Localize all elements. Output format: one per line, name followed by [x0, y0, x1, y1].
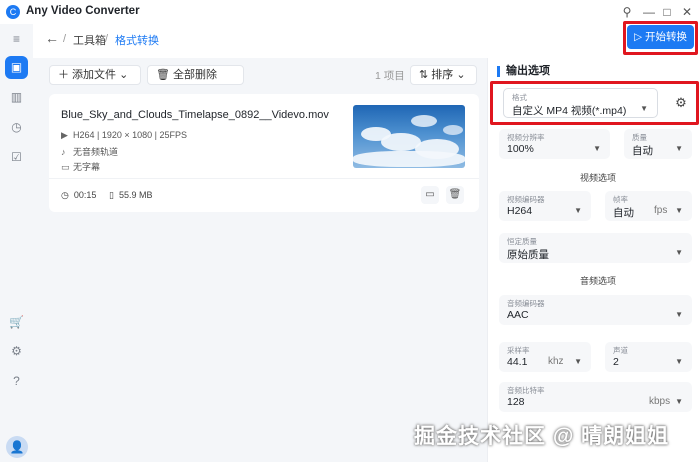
sample-rate-select[interactable]: 采样率 44.1 khz ▼ [499, 342, 591, 372]
audio-bitrate-select[interactable]: 音频比特率 128 kbps ▼ [499, 382, 692, 412]
chevron-down-icon: ▼ [593, 144, 601, 153]
watermark-text: 掘金技术社区 @ 晴朗姐姐 [414, 425, 670, 448]
item-count: 1 项目 [375, 70, 405, 82]
book-icon[interactable]: ▥ [5, 86, 28, 109]
chevron-down-icon: ▼ [675, 206, 683, 215]
resolution-select[interactable]: 视频分辨率 100% ▼ [499, 129, 610, 159]
start-convert-button[interactable]: ▷ 开始转换 [627, 25, 694, 49]
chevron-down-icon: ▼ [675, 248, 683, 257]
chevron-down-icon: ▼ [675, 310, 683, 319]
output-options-title: 输出选项 [497, 66, 550, 77]
clear-all-button[interactable]: 🗑 全部删除 [147, 65, 244, 85]
breadcrumb-toolbox[interactable]: 工具箱 [73, 32, 106, 48]
back-arrow-icon[interactable]: ← [45, 30, 59, 46]
format-settings-icon[interactable]: ⚙ [672, 94, 690, 112]
app-logo-icon: C [6, 5, 20, 19]
subtitle-info: ▭ 无字幕 [61, 162, 101, 172]
file-name: Blue_Sky_and_Clouds_Timelapse_0892__Vide… [61, 109, 329, 121]
frame-rate-select[interactable]: 帧率 自动 fps ▼ [605, 191, 692, 221]
channels-select[interactable]: 声道 2 ▼ [605, 342, 692, 372]
audio-options-title: 音频选项 [580, 276, 617, 286]
chevron-down-icon: ▼ [574, 357, 582, 366]
quality-select[interactable]: 质量 自动 ▼ [624, 129, 692, 159]
clock-small-icon: ◷ [61, 190, 72, 200]
close-button[interactable]: ✕ [678, 3, 696, 21]
breadcrumb-separator: / [105, 33, 109, 45]
chevron-down-icon: ▼ [675, 357, 683, 366]
video-thumbnail [353, 105, 465, 168]
video-info: ▶ H264 | 1920 × 1080 | 25FPS [61, 130, 188, 140]
gear-icon[interactable]: ⚙ [5, 340, 28, 363]
title-bar: C Any Video Converter ⚲ — □ ✕ [0, 0, 700, 24]
video-icon: ▶ [61, 130, 68, 140]
chevron-down-icon: ▼ [675, 397, 683, 406]
avatar[interactable]: 👤 [6, 436, 28, 458]
video-encoder-select[interactable]: 视频编码器 H264 ▼ [499, 191, 591, 221]
breadcrumb: ← / 工具箱 / 格式转换 [33, 24, 700, 58]
audio-encoder-select[interactable]: 音频编码器 AAC ▼ [499, 295, 692, 325]
maximize-button[interactable]: □ [658, 3, 676, 21]
file-list-pane: ＋ 添加文件 ⌄ 🗑 全部删除 1 项目 ⇅ 排序 ⌄ Blue_Sky_and… [33, 58, 487, 462]
checklist-icon[interactable]: ☑ [5, 146, 28, 169]
output-options-pane: 输出选项 视频分辨率 100% ▼ 质量 自动 ▼ 视频选项 视频编码器 H26… [487, 58, 700, 462]
breadcrumb-separator: / [63, 33, 67, 45]
cart-icon[interactable]: 🛒 [5, 311, 28, 334]
sort-button[interactable]: ⇅ 排序 ⌄ [410, 65, 477, 85]
file-card[interactable]: Blue_Sky_and_Clouds_Timelapse_0892__Vide… [49, 94, 479, 212]
collapse-icon[interactable]: ≡ [5, 28, 28, 51]
format-select[interactable]: 格式 自定义 MP4 视频(*.mp4) ▼ [503, 88, 658, 118]
help-icon[interactable]: ? [5, 370, 28, 393]
app-title: Any Video Converter [26, 5, 140, 17]
add-file-button[interactable]: ＋ 添加文件 ⌄ [49, 65, 141, 85]
file-icon: ▯ [109, 190, 117, 200]
breadcrumb-format-convert: 格式转换 [115, 35, 159, 47]
file-size: ▯ 55.9 MB [109, 190, 153, 200]
toolbox-icon[interactable]: ▣ [5, 56, 28, 79]
minimize-button[interactable]: — [640, 3, 658, 21]
audio-info: ♪ 无音频轨道 [61, 147, 119, 157]
sidebar: ≡ ▣ ▥ ◷ ☑ 🛒 ⚙ ? 👤 [0, 24, 33, 462]
video-options-title: 视频选项 [580, 173, 617, 183]
clock-icon[interactable]: ◷ [5, 116, 28, 139]
open-folder-icon[interactable]: ▭ [421, 186, 439, 204]
chevron-down-icon: ▼ [640, 104, 648, 113]
subtitle-icon: ▭ [61, 162, 70, 172]
pin-icon[interactable]: ⚲ [618, 3, 636, 21]
chevron-down-icon: ▼ [675, 144, 683, 153]
chevron-down-icon: ▼ [574, 206, 582, 215]
constant-quality-select[interactable]: 恒定质量 原始质量 ▼ [499, 233, 692, 263]
delete-icon[interactable]: 🗑 [446, 186, 464, 204]
duration: ◷ 00:15 [61, 190, 97, 200]
audio-icon: ♪ [61, 147, 66, 157]
